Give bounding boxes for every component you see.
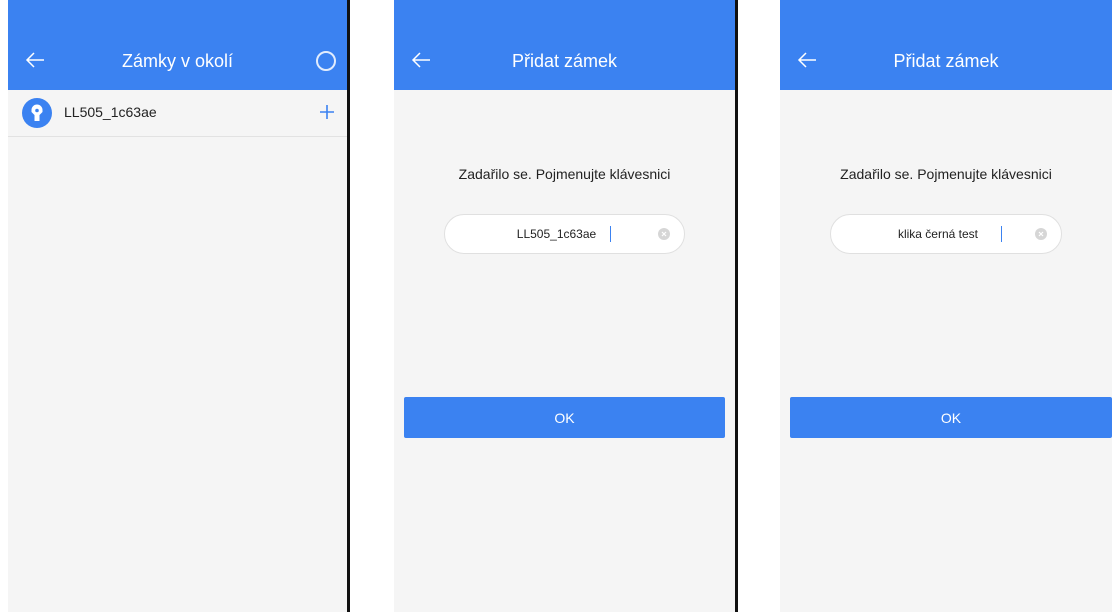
page-title: Přidat zámek bbox=[511, 51, 618, 71]
clear-icon[interactable] bbox=[1035, 228, 1047, 240]
ok-button[interactable]: OK bbox=[790, 397, 1112, 438]
list-item[interactable]: LL505_1c63ae bbox=[8, 90, 347, 137]
app-header: Přidat zámek bbox=[394, 0, 735, 90]
scanning-circle-icon bbox=[316, 51, 336, 71]
page-title: Zámky v okolí bbox=[121, 51, 234, 71]
page-title: Přidat zámek bbox=[893, 51, 999, 71]
app-header: Přidat zámek bbox=[780, 0, 1112, 90]
divider bbox=[347, 0, 350, 612]
plus-icon[interactable] bbox=[317, 102, 337, 122]
lock-name: LL505_1c63ae bbox=[64, 104, 157, 120]
nearby-locks-screen: Zámky v okolí LL505_1c63ae bbox=[8, 0, 347, 612]
lock-name-input[interactable] bbox=[465, 215, 648, 253]
divider bbox=[735, 0, 738, 612]
success-message: Zadařilo se. Pojmenujte klávesnici bbox=[458, 166, 671, 182]
lock-name-field[interactable] bbox=[830, 214, 1062, 254]
lock-name-field[interactable] bbox=[444, 214, 685, 254]
app-header: Zámky v okolí bbox=[8, 0, 347, 90]
lock-name-input[interactable] bbox=[851, 215, 1025, 253]
add-lock-screen: Přidat zámek Zadařilo se. Pojmenujte klá… bbox=[394, 0, 735, 612]
ok-button[interactable]: OK bbox=[404, 397, 725, 438]
text-cursor bbox=[610, 226, 611, 242]
success-message: Zadařilo se. Pojmenujte klávesnici bbox=[840, 166, 1052, 182]
text-cursor bbox=[1001, 226, 1002, 242]
add-lock-screen: Přidat zámek Zadařilo se. Pojmenujte klá… bbox=[780, 0, 1112, 612]
lock-icon bbox=[22, 98, 52, 128]
clear-icon[interactable] bbox=[658, 228, 670, 240]
